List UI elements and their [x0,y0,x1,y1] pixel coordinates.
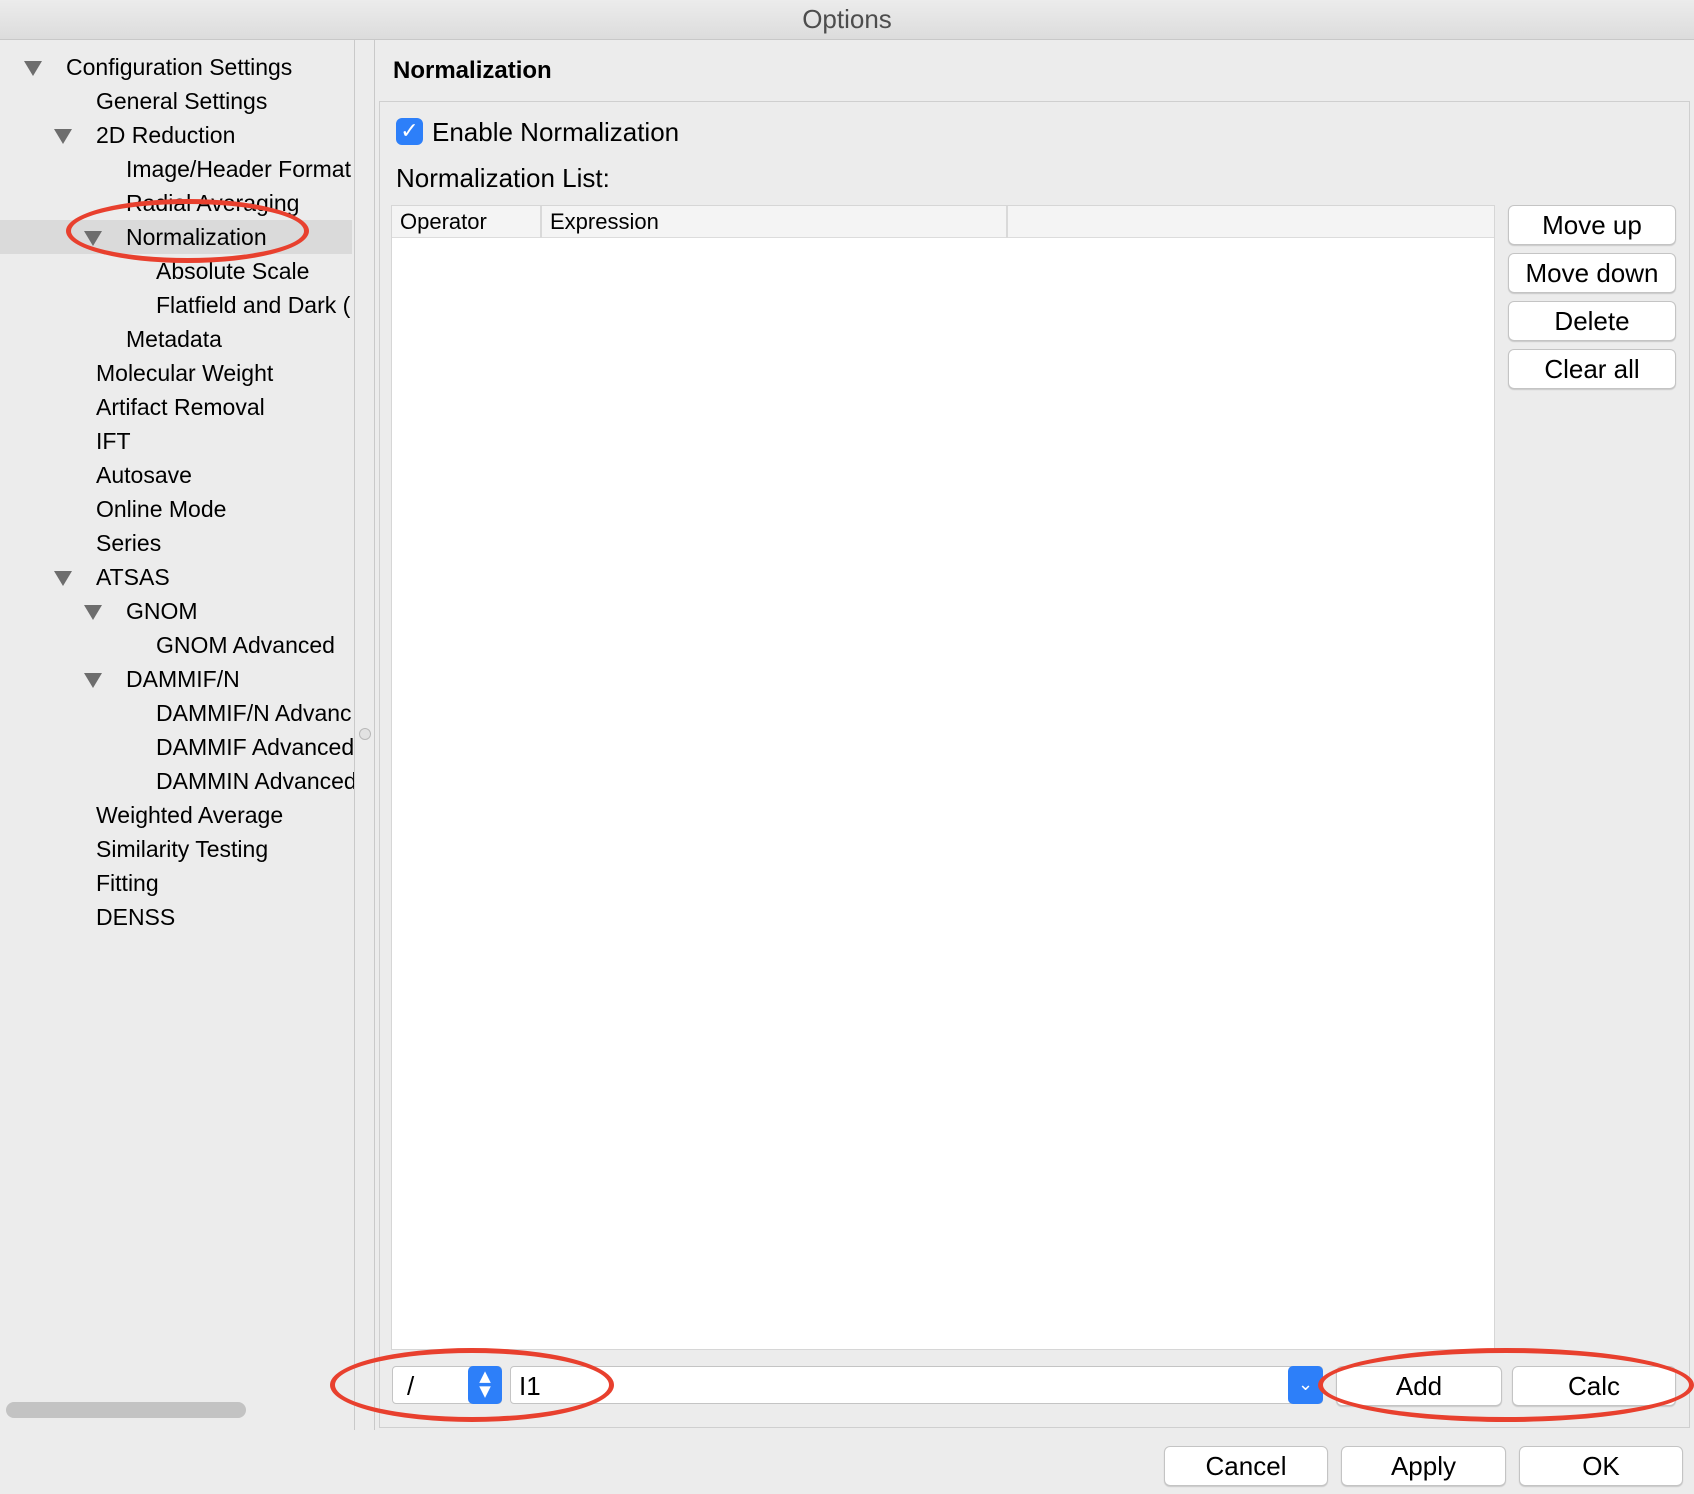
tree-item[interactable]: 2D Reduction [0,118,352,152]
tree-item[interactable]: GNOM Advanced [0,628,352,662]
tree-item[interactable]: Image/Header Format [0,152,352,186]
tree-item[interactable]: DAMMIF/N [0,662,352,696]
clear-all-button[interactable]: Clear all [1508,349,1676,389]
tree-item[interactable]: Normalization [0,220,352,254]
tree-item[interactable]: Configuration Settings [0,50,352,84]
tree-item[interactable]: Metadata [0,322,352,356]
tree-item-label: Fitting [96,870,159,896]
tree-item-label: Configuration Settings [66,54,293,80]
tree-item-label: DAMMIN Advanced [156,768,355,794]
chevron-down-icon[interactable]: ⌄ [1288,1366,1323,1404]
column-header-expression[interactable]: Expression [542,206,1008,238]
tree-item[interactable]: DAMMIN Advanced [0,764,355,798]
splitter-handle[interactable] [359,728,371,740]
tree-item[interactable]: Weighted Average [0,798,352,832]
tree-item[interactable]: DENSS [0,900,352,934]
tree-horizontal-scrollbar[interactable] [6,1402,246,1418]
tree-item[interactable]: Flatfield and Dark ( [0,288,352,322]
tree-item-label: Metadata [126,326,222,352]
column-header-operator[interactable]: Operator [392,206,542,238]
tree-item[interactable]: DAMMIF Advanced [0,730,355,764]
tree-item-label: Artifact Removal [96,394,265,420]
tree-item[interactable]: Fitting [0,866,352,900]
disclosure-triangle-icon[interactable] [54,129,72,144]
apply-button[interactable]: Apply [1341,1446,1506,1486]
tree-item[interactable]: IFT [0,424,352,458]
cancel-button[interactable]: Cancel [1164,1446,1328,1486]
tree-item-label: Absolute Scale [156,258,310,284]
stepper-arrows-icon[interactable]: ▲ ▼ [468,1366,502,1404]
pane-splitter[interactable] [374,40,375,1430]
tree-item-label: DAMMIF/N Advanc [156,700,352,726]
tree-item-label: 2D Reduction [96,122,236,148]
move-up-button[interactable]: Move up [1508,205,1676,245]
tree-item-label: GNOM Advanced [156,632,335,658]
delete-button[interactable]: Delete [1508,301,1676,341]
tree-item-label: DENSS [96,904,176,930]
operator-value: / [407,1371,415,1401]
tree-item[interactable]: ATSAS [0,560,352,594]
window-title: Options [802,4,892,34]
tree-item-label: GNOM [126,598,198,624]
list-header: Operator Expression [392,206,1494,238]
tree-item-label: DAMMIF/N [126,666,240,692]
tree-item-label: Normalization [126,224,267,250]
ok-button[interactable]: OK [1519,1446,1683,1486]
expression-combobox[interactable]: I1 ⌄ [510,1366,1323,1404]
move-down-button[interactable]: Move down [1508,253,1676,293]
operator-spinner[interactable]: / ▲ ▼ [392,1366,502,1404]
tree-item[interactable]: DAMMIF/N Advanc [0,696,352,730]
tree-item[interactable]: Radial Averaging [0,186,352,220]
add-button[interactable]: Add [1336,1366,1502,1406]
disclosure-triangle-icon[interactable] [54,571,72,586]
tree-item-label: Autosave [96,462,192,488]
tree-item[interactable]: Absolute Scale [0,254,352,288]
tree-item-label: Molecular Weight [96,360,274,386]
window-titlebar: Options [0,0,1694,40]
tree-item[interactable]: Series [0,526,352,560]
disclosure-triangle-icon[interactable] [84,673,102,688]
tree-item-label: Flatfield and Dark ( [156,292,351,318]
tree-item[interactable]: Artifact Removal [0,390,352,424]
tree-item-label: General Settings [96,88,268,114]
expression-value: I1 [519,1371,541,1401]
tree-item-label: Image/Header Format [126,156,351,182]
tree-item-label: IFT [96,428,131,454]
settings-tree[interactable]: Configuration Settings General Settings 2D… [0,40,355,1430]
disclosure-triangle-icon[interactable] [84,231,102,246]
enable-normalization-checkbox[interactable]: ✓ [396,118,423,145]
tree-item-label: Series [96,530,162,556]
calc-button[interactable]: Calc [1512,1366,1676,1406]
tree-item-label: Online Mode [96,496,227,522]
disclosure-triangle-icon[interactable] [24,61,42,76]
tree-item[interactable]: Similarity Testing [0,832,352,866]
tree-item[interactable]: Online Mode [0,492,352,526]
enable-normalization-label[interactable]: Enable Normalization [432,115,679,149]
tree-item[interactable]: GNOM [0,594,352,628]
tree-item-label: Similarity Testing [96,836,269,862]
tree-item-label: DAMMIF Advanced [156,734,355,760]
normalization-list[interactable]: Operator Expression [391,205,1495,1350]
tree-item-label: ATSAS [96,564,170,590]
tree-item[interactable]: Autosave [0,458,352,492]
panel-title: Normalization [393,57,552,84]
tree-item[interactable]: General Settings [0,84,352,118]
tree-item-label: Weighted Average [96,802,284,828]
tree-item-label: Radial Averaging [126,190,300,216]
disclosure-triangle-icon[interactable] [84,605,102,620]
tree-item[interactable]: Molecular Weight [0,356,352,390]
normalization-list-label: Normalization List: [396,163,610,193]
